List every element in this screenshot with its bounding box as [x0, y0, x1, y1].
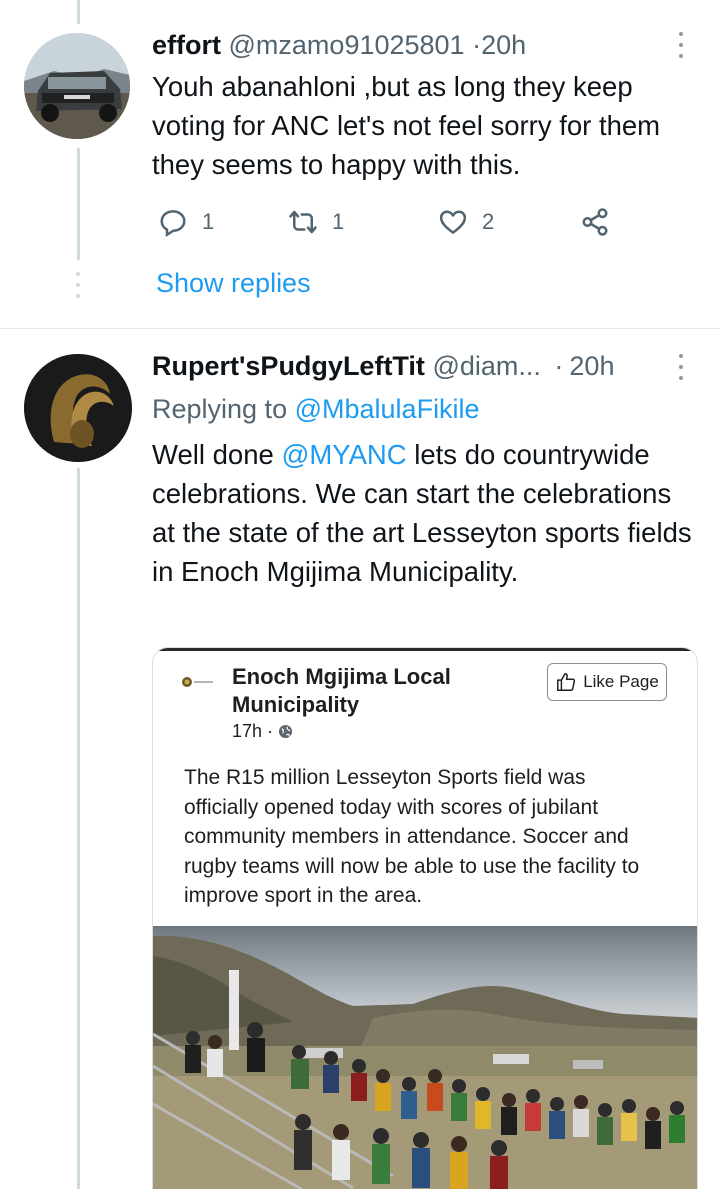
tweet-text: Well done @MYANC lets do countrywide cel…	[152, 435, 700, 591]
replying-to-mention[interactable]: @MbalulaFikile	[295, 394, 480, 424]
reply-button[interactable]: 1	[158, 204, 214, 240]
share-icon	[582, 208, 608, 236]
user-name[interactable]: effort	[152, 30, 221, 60]
replying-to: Replying to @MbalulaFikile	[152, 391, 480, 427]
avatar[interactable]	[24, 33, 130, 139]
show-replies-link[interactable]: Show replies	[156, 268, 311, 299]
mention-link[interactable]: @MYANC	[281, 439, 406, 470]
thread-line-middle	[77, 148, 80, 260]
sports-field-photo	[153, 926, 697, 1189]
user-handle[interactable]: @mzamo91025801	[229, 30, 465, 60]
fb-meta-separator: ·	[267, 721, 274, 741]
thread-line-bottom	[77, 468, 80, 1189]
tweet-actions: 1 1 2	[158, 204, 628, 240]
like-page-label: Like Page	[583, 672, 659, 691]
more-options-icon[interactable]	[676, 354, 686, 380]
user-handle[interactable]: @diam...	[432, 351, 540, 381]
fb-post-meta: 17h ·	[232, 721, 293, 742]
tweet-divider	[0, 328, 720, 329]
retweet-count: 1	[332, 209, 345, 234]
municipality-logo-icon	[182, 677, 213, 687]
thread-line-top	[77, 0, 80, 24]
media-top-border	[153, 648, 697, 651]
separator: ·	[472, 30, 482, 60]
share-button[interactable]	[580, 204, 610, 240]
tweet-text-start: Well done	[152, 439, 282, 470]
fb-post-text: The R15 million Lesseyton Sports field w…	[184, 766, 640, 907]
tweet-text: Youh abanahloni ,but as long they keep v…	[152, 71, 661, 180]
tweet-media[interactable]: Enoch Mgijima Local Municipality 17h · L…	[152, 647, 698, 1189]
separator: ·	[554, 351, 564, 381]
globe-icon	[278, 724, 293, 739]
replying-prefix: Replying to	[152, 394, 288, 424]
heart-icon	[439, 210, 467, 234]
tweet-header: effort @mzamo91025801 ·20h	[152, 28, 526, 62]
thumbs-up-icon	[557, 673, 576, 691]
like-page-button: Like Page	[547, 663, 667, 701]
timestamp[interactable]: 20h	[481, 30, 526, 60]
more-options-icon[interactable]	[676, 32, 686, 58]
reply-count: 1	[202, 209, 215, 234]
retweet-button[interactable]: 1	[288, 204, 344, 240]
like-button[interactable]: 2	[438, 204, 494, 240]
fb-page-name: Enoch Mgijima Local Municipality	[232, 664, 451, 717]
thread-ellipsis-icon[interactable]	[72, 272, 84, 298]
reply-icon	[160, 210, 186, 237]
user-name[interactable]: Rupert'sPudgyLeftTit	[152, 351, 425, 381]
avatar[interactable]	[24, 354, 132, 462]
retweet-icon	[289, 210, 317, 234]
like-count: 2	[482, 209, 495, 234]
tweet-header: Rupert'sPudgyLeftTit @diam... · 20h	[152, 349, 614, 383]
timestamp[interactable]: 20h	[569, 351, 614, 381]
fb-post-time: 17h	[232, 721, 263, 741]
